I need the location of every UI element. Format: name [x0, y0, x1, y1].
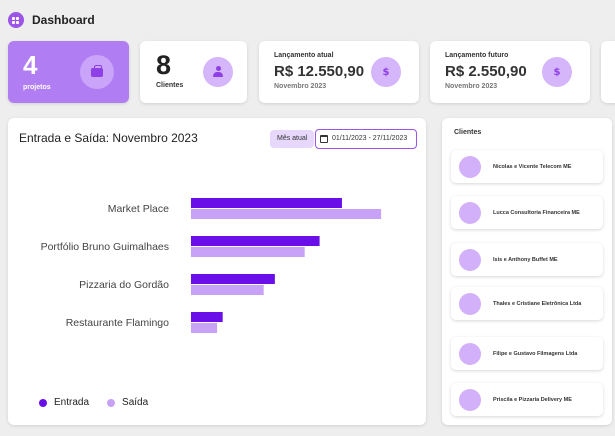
date-range-picker[interactable]: 01/11/2023 - 27/11/2023: [315, 129, 417, 149]
client-item[interactable]: Isis e Anthony Buffet ME: [451, 243, 603, 276]
bar-sada[interactable]: [191, 323, 218, 333]
clients-panel: Clientes Nicolas e Vicente Telecom ME Lu…: [442, 118, 612, 425]
cashflow-bar-chart: Market Place Portfólio Bruno Guimalhaes Pi…: [41, 198, 382, 333]
future-release-label: Lançamento futuro: [445, 52, 509, 59]
current-release-month: Novembro 2023: [274, 83, 327, 90]
person-icon: [212, 66, 224, 78]
bar-entrada[interactable]: [191, 274, 275, 284]
legend-label-entrada: Entrada: [54, 397, 90, 408]
clients-count: 8: [156, 50, 172, 80]
client-item[interactable]: Nicolas e Vicente Telecom ME: [451, 150, 603, 183]
cashflow-chart-card: Entrada e Saída: Novembro 2023 Mês atual…: [8, 118, 426, 425]
current-month-button[interactable]: Mês atual: [270, 130, 315, 148]
legend-item-saida[interactable]: Saída: [107, 397, 148, 408]
dollar-icon: $: [382, 66, 390, 78]
legend-dot-saida: [107, 398, 116, 407]
clients-label: Clientes: [156, 82, 184, 89]
bar-sada[interactable]: [191, 285, 264, 295]
future-release-icon-circle: $: [542, 57, 572, 87]
client-item[interactable]: Lucca Consultoria Financeira ME: [451, 196, 603, 229]
page-title: Dashboard: [32, 13, 95, 27]
app-header: Dashboard: [8, 11, 95, 29]
client-avatar: [459, 292, 481, 315]
clients-icon-circle: [203, 57, 233, 87]
client-name: Isis e Anthony Buffet ME: [493, 256, 558, 263]
client-name: Thales e Cristiane Eletrônica Ltda: [493, 300, 582, 307]
clients-stat-card[interactable]: 8 Clientes: [140, 41, 247, 103]
client-name: Lucca Consultoria Financeira ME: [493, 209, 580, 216]
client-name: Filipe e Gustavo Filmagens Ltda: [493, 350, 578, 357]
future-release-month: Novembro 2023: [445, 83, 498, 90]
future-release-amount: R$ 2.550,90: [445, 63, 527, 80]
current-release-card[interactable]: Lançamento atual R$ 12.550,90 Novembro 2…: [259, 41, 419, 103]
chart-title: Entrada e Saída: Novembro 2023: [19, 131, 198, 145]
bar-entrada[interactable]: [191, 312, 223, 322]
client-avatar: [459, 201, 481, 224]
category-label: Restaurante Flamingo: [66, 317, 169, 329]
projects-count: 4: [23, 50, 38, 80]
client-avatar: [459, 155, 481, 178]
dashboard-logo-icon: [8, 12, 24, 28]
client-item[interactable]: Priscila e Pizzaria Delivery ME: [451, 383, 603, 416]
dollar-icon: $: [553, 66, 561, 78]
client-name: Nicolas e Vicente Telecom ME: [493, 163, 572, 170]
projects-stat-card[interactable]: 4 projetos: [8, 41, 129, 103]
future-release-card[interactable]: Lançamento futuro R$ 2.550,90 Novembro 2…: [430, 41, 590, 103]
current-release-label: Lançamento atual: [274, 52, 334, 59]
client-name: Priscila e Pizzaria Delivery ME: [493, 396, 572, 403]
category-label: Market Place: [108, 203, 169, 215]
client-item[interactable]: Thales e Cristiane Eletrônica Ltda: [451, 287, 603, 320]
client-avatar: [459, 248, 481, 271]
chart-legend: Entrada Saída: [39, 397, 148, 408]
calendar-icon: [320, 135, 328, 143]
legend-dot-entrada: [39, 398, 47, 407]
projects-icon-circle: [80, 55, 114, 89]
bar-sada[interactable]: [191, 247, 305, 257]
current-release-amount: R$ 12.550,90: [274, 63, 365, 80]
client-avatar: [459, 388, 481, 411]
bar-entrada[interactable]: [191, 198, 342, 208]
category-label: Portfólio Bruno Guimalhaes: [41, 241, 169, 253]
briefcase-icon: [91, 64, 103, 77]
legend-label-saida: Saída: [122, 397, 149, 408]
date-range-text: 01/11/2023 - 27/11/2023: [332, 135, 408, 142]
projects-label: projetos: [23, 84, 51, 91]
legend-item-entrada[interactable]: Entrada: [39, 397, 89, 408]
bar-sada[interactable]: [191, 209, 382, 219]
bar-entrada[interactable]: [191, 236, 320, 246]
category-label: Pizzaria do Gordão: [79, 279, 169, 291]
current-release-icon-circle: $: [371, 57, 401, 87]
clients-panel-title: Clientes: [454, 129, 482, 136]
partial-stat-card[interactable]: [601, 41, 615, 103]
client-avatar: [459, 342, 481, 365]
client-item[interactable]: Filipe e Gustavo Filmagens Ltda: [451, 337, 603, 370]
